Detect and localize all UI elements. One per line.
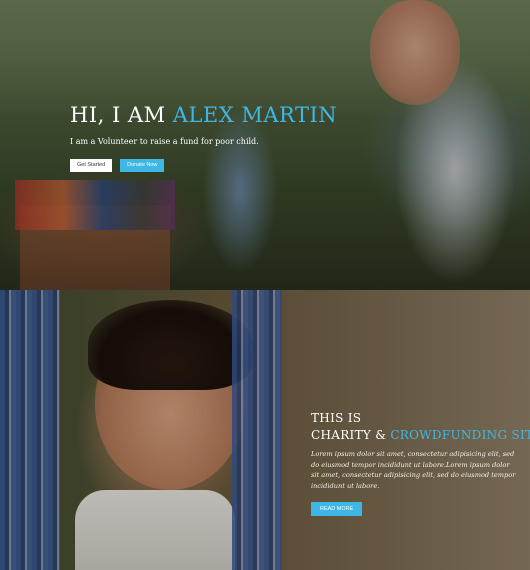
get-started-button[interactable]: Get Started [70,159,113,172]
charity-heading-accent: CROWDFUNDING SITE [390,428,530,442]
hero-subtitle: I am a Volunteer to raise a fund for poo… [70,137,259,146]
charity-heading-line2: CHARITY & CROWDFUNDING SITE [311,427,530,444]
hero-button-row: Get Started Donate Now [70,159,337,172]
hero-content: HI, I AM ALEX MARTIN I am a Volunteer to… [70,103,337,172]
hero-section: HI, I AM ALEX MARTIN I am a Volunteer to… [0,0,530,290]
charity-body-text: Lorem ipsum dolor sit amet, consectetur … [311,450,516,490]
hero-title: HI, I AM ALEX MARTIN [70,103,337,127]
hero-title-prefix: HI, I AM [70,103,173,127]
charity-heading-line1: THIS IS [311,411,362,425]
donate-now-button[interactable]: Donate Now [120,159,165,172]
charity-content: THIS IS CHARITY & CROWDFUNDING SITE Lore… [311,410,530,516]
read-more-button[interactable]: READ MORE [311,502,363,516]
hero-title-name: ALEX MARTIN [172,103,338,127]
charity-heading-prefix: CHARITY & [311,428,391,442]
charity-section: THIS IS CHARITY & CROWDFUNDING SITE Lore… [0,290,530,570]
